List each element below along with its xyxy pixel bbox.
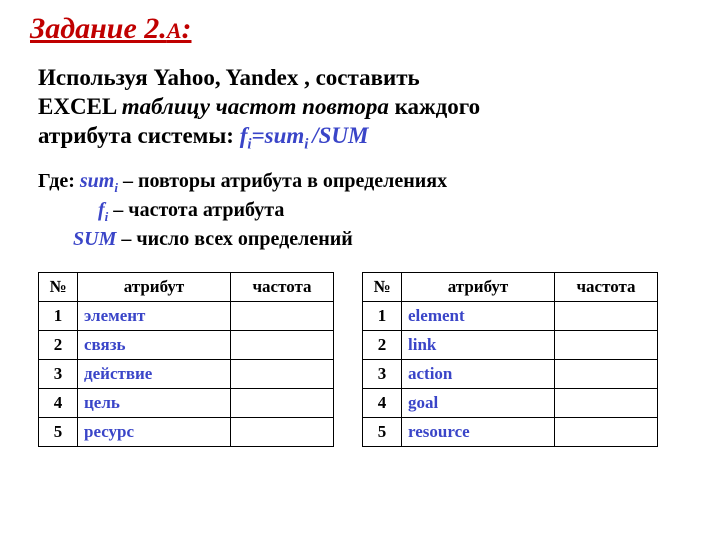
def-cap-sum-desc: – число всех определений (116, 228, 352, 250)
freq-table-left: № атрибут частота 1элемент 2связь 3дейст… (38, 272, 334, 447)
cell-attr: элемент (78, 301, 231, 330)
table-row: 3действие (39, 359, 334, 388)
cell-freq (555, 359, 658, 388)
cell-attr: связь (78, 330, 231, 359)
cell-freq (231, 330, 334, 359)
table-row: 3action (363, 359, 658, 388)
cell-freq (231, 417, 334, 446)
cell-num: 3 (39, 359, 78, 388)
heading: Задание 2.А: (30, 12, 690, 46)
cell-attr: resource (402, 417, 555, 446)
cell-freq (231, 388, 334, 417)
th-freq: частота (555, 272, 658, 301)
formula-div: /SUM (312, 123, 368, 148)
table-row: 1element (363, 301, 658, 330)
th-attr: атрибут (402, 272, 555, 301)
cell-num: 5 (39, 417, 78, 446)
formula: fi=sumi /SUM (240, 123, 369, 148)
intro-line1: Используя Yahoo, Yandex , составить (38, 65, 420, 90)
table-header-row: № атрибут частота (363, 272, 658, 301)
def-f-sym: f (98, 199, 105, 221)
def-cap-sum-sym: SUM (73, 228, 116, 250)
cell-attr: link (402, 330, 555, 359)
cell-freq (555, 330, 658, 359)
cell-freq (555, 417, 658, 446)
def-where: Где: (38, 170, 80, 192)
cell-freq (231, 359, 334, 388)
table-row: 5resource (363, 417, 658, 446)
freq-table-right: № атрибут частота 1element 2link 3action… (362, 272, 658, 447)
cell-num: 1 (363, 301, 402, 330)
cell-num: 2 (363, 330, 402, 359)
heading-main: Задание 2. (30, 12, 167, 45)
th-num: № (39, 272, 78, 301)
heading-sub: А (167, 18, 182, 43)
def-cap-sum: SUM – число всех определений (38, 226, 690, 252)
tables-row: № атрибут частота 1элемент 2связь 3дейст… (38, 272, 690, 447)
cell-num: 1 (39, 301, 78, 330)
table-header-row: № атрибут частота (39, 272, 334, 301)
table-row: 2link (363, 330, 658, 359)
table-row: 4цель (39, 388, 334, 417)
cell-attr: action (402, 359, 555, 388)
def-sum-sym: sum (80, 170, 114, 192)
table-row: 1элемент (39, 301, 334, 330)
cell-attr: цель (78, 388, 231, 417)
table-row: 5ресурс (39, 417, 334, 446)
cell-freq (555, 388, 658, 417)
intro-line2a: EXCEL (38, 94, 122, 119)
intro-line2b: таблицу частот повтора (122, 94, 389, 119)
cell-attr: ресурс (78, 417, 231, 446)
slide: Задание 2.А: Используя Yahoo, Yandex , с… (0, 0, 720, 447)
th-attr: атрибут (78, 272, 231, 301)
cell-attr: element (402, 301, 555, 330)
th-num: № (363, 272, 402, 301)
cell-freq (555, 301, 658, 330)
cell-num: 4 (39, 388, 78, 417)
intro-line2c: каждого (389, 94, 480, 119)
def-f-pad (38, 199, 98, 221)
table-row: 4goal (363, 388, 658, 417)
def-f: fi – частота атрибута (38, 197, 690, 226)
cell-attr: goal (402, 388, 555, 417)
cell-num: 2 (39, 330, 78, 359)
heading-colon: : (182, 12, 192, 45)
intro-line3a: атрибута системы: (38, 123, 240, 148)
cell-num: 4 (363, 388, 402, 417)
def-cap-sum-pad (38, 228, 73, 250)
def-sum-desc: – повторы атрибута в определениях (118, 170, 447, 192)
th-freq: частота (231, 272, 334, 301)
def-f-desc: – частота атрибута (108, 199, 284, 221)
cell-attr: действие (78, 359, 231, 388)
cell-num: 3 (363, 359, 402, 388)
definitions: Где: sumi – повторы атрибута в определен… (38, 168, 690, 252)
def-sum: Где: sumi – повторы атрибута в определен… (38, 168, 690, 197)
intro-text: Используя Yahoo, Yandex , составить EXCE… (38, 64, 688, 154)
cell-num: 5 (363, 417, 402, 446)
cell-freq (231, 301, 334, 330)
table-row: 2связь (39, 330, 334, 359)
formula-eq: =sum (252, 123, 305, 148)
